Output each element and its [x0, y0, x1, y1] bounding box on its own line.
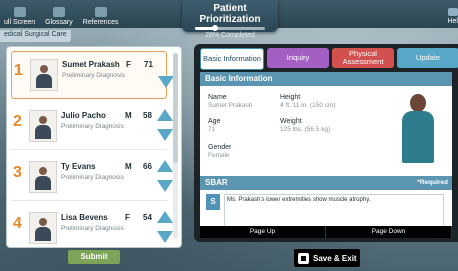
progress-bar	[195, 25, 265, 31]
tab-inquiry[interactable]: Inquiry	[267, 48, 329, 68]
patient-age: 54	[143, 213, 152, 222]
patient-sex: F	[125, 213, 130, 222]
patient-name: Julio Pacho	[61, 111, 106, 120]
detail-tabs: Basic Information Inquiry Physical Asses…	[200, 48, 458, 70]
page-up-button[interactable]: Page Up	[200, 226, 326, 238]
save-exit-label: Save & Exit	[313, 253, 357, 263]
paging-bar: Page Up Page Down	[200, 226, 452, 238]
references-label: References	[82, 19, 119, 26]
top-nav: ull Screen Glossary References	[0, 0, 121, 28]
patient-list: 1 Sumet Prakash Preliminary Diagnosis F …	[11, 51, 174, 247]
patient-diagnosis: Preliminary Diagnosis	[62, 72, 125, 79]
patient-card-1[interactable]: 1 Sumet Prakash Preliminary Diagnosis F …	[11, 51, 174, 99]
progress-knob	[211, 25, 218, 31]
sbar-header: SBAR *Required	[200, 176, 452, 190]
priority-number: 4	[13, 215, 22, 232]
page-title: Patient Prioritization	[199, 3, 261, 25]
height-value: 4 ft. 11 in. (150 cm)	[280, 102, 336, 109]
references-icon	[94, 7, 107, 17]
patient-name: Lisa Bevens	[61, 213, 108, 222]
full-screen-button[interactable]: ull Screen	[2, 0, 37, 26]
move-up-icon[interactable]	[157, 160, 173, 172]
patient-name: Ty Evans	[61, 162, 96, 171]
patient-age: 71	[144, 60, 153, 69]
priority-number: 1	[14, 62, 23, 79]
patient-card-4[interactable]: 4 Lisa Bevens Preliminary Diagnosis F 54	[11, 205, 173, 247]
move-down-icon[interactable]	[157, 180, 173, 192]
patient-card-3[interactable]: 3 Ty Evans Preliminary Diagnosis M 66	[11, 154, 173, 201]
sbar-title: SBAR	[205, 178, 228, 187]
priority-number: 3	[13, 164, 22, 181]
patient-detail-panel: Basic Information Inquiry Physical Asses…	[194, 44, 458, 242]
patient-list-scrollbar[interactable]	[173, 53, 178, 239]
move-up-icon[interactable]	[157, 211, 173, 223]
height-field: Height 4 ft. 11 in. (150 cm)	[280, 94, 336, 109]
patient-diagnosis: Preliminary Diagnosis	[61, 174, 124, 181]
patient-list-panel: 1 Sumet Prakash Preliminary Diagnosis F …	[6, 46, 182, 248]
name-value: Sumet Prakash	[208, 102, 253, 109]
patient-sex: M	[125, 111, 132, 120]
patient-sex: F	[126, 60, 131, 69]
patient-avatar	[30, 59, 58, 91]
gender-field: Gender Female	[208, 144, 231, 159]
page-down-button[interactable]: Page Down	[326, 226, 452, 238]
move-down-icon[interactable]	[158, 76, 174, 88]
age-value: 71	[208, 126, 216, 133]
patient-diagnosis: Preliminary Diagnosis	[61, 123, 124, 130]
sbar-section-s: S	[206, 194, 220, 210]
basic-information-card: Basic Information Name Sumet Prakash Age…	[200, 72, 452, 237]
patient-avatar	[29, 212, 57, 244]
name-label: Name	[208, 94, 227, 101]
progress-label: 28% Completed	[205, 32, 255, 39]
patient-avatar	[29, 161, 57, 193]
required-label: *Required	[417, 179, 448, 186]
full-screen-label: ull Screen	[4, 19, 36, 26]
weight-field: Weight 125 lbs. (56.5 kg)	[280, 118, 330, 133]
age-field: Age 71	[208, 118, 220, 133]
tab-update[interactable]: Update	[397, 48, 458, 68]
scrollbar-thumb[interactable]	[173, 53, 178, 163]
move-down-icon[interactable]	[157, 231, 173, 243]
tab-basic-information[interactable]: Basic Information	[200, 48, 264, 70]
height-label: Height	[280, 94, 301, 101]
patient-portrait	[398, 94, 440, 166]
breadcrumb: edical Surgical Care	[0, 30, 71, 42]
glossary-label: Glossary	[45, 19, 73, 26]
priority-number: 2	[13, 113, 22, 130]
gender-value: Female	[208, 152, 230, 159]
name-field: Name Sumet Prakash	[208, 94, 252, 109]
title-panel: Patient Prioritization 28% Completed	[182, 0, 278, 39]
patient-name: Sumet Prakash	[62, 60, 120, 69]
glossary-icon	[52, 7, 65, 17]
basic-info-header: Basic Information	[200, 72, 452, 86]
references-button[interactable]: References	[81, 0, 121, 26]
save-exit-icon	[298, 252, 309, 264]
patient-age: 58	[143, 111, 152, 120]
help-label: Hel	[447, 18, 458, 25]
patient-sex: M	[125, 162, 132, 171]
gender-label: Gender	[208, 144, 232, 151]
help-button[interactable]: Hel	[447, 8, 458, 25]
weight-label: Weight	[280, 118, 302, 125]
tab-physical-assessment[interactable]: Physical Assessment	[332, 48, 394, 68]
patient-card-2[interactable]: 2 Julio Pacho Preliminary Diagnosis M 58	[11, 103, 173, 150]
age-label: Age	[208, 118, 221, 125]
move-down-icon[interactable]	[157, 129, 173, 141]
weight-value: 125 lbs. (56.5 kg)	[280, 126, 331, 133]
full-screen-icon	[13, 7, 26, 17]
patient-avatar	[29, 110, 57, 142]
submit-button[interactable]: Submit	[68, 250, 120, 264]
sbar-situation-input[interactable]: Ms. Prakash's lower extremities show mus…	[224, 194, 444, 228]
patient-age: 66	[143, 162, 152, 171]
move-up-icon[interactable]	[157, 109, 173, 121]
glossary-button[interactable]: Glossary	[43, 0, 75, 26]
save-exit-button[interactable]: Save & Exit	[294, 249, 360, 267]
help-icon	[447, 8, 458, 16]
patient-diagnosis: Preliminary Diagnosis	[61, 225, 124, 232]
